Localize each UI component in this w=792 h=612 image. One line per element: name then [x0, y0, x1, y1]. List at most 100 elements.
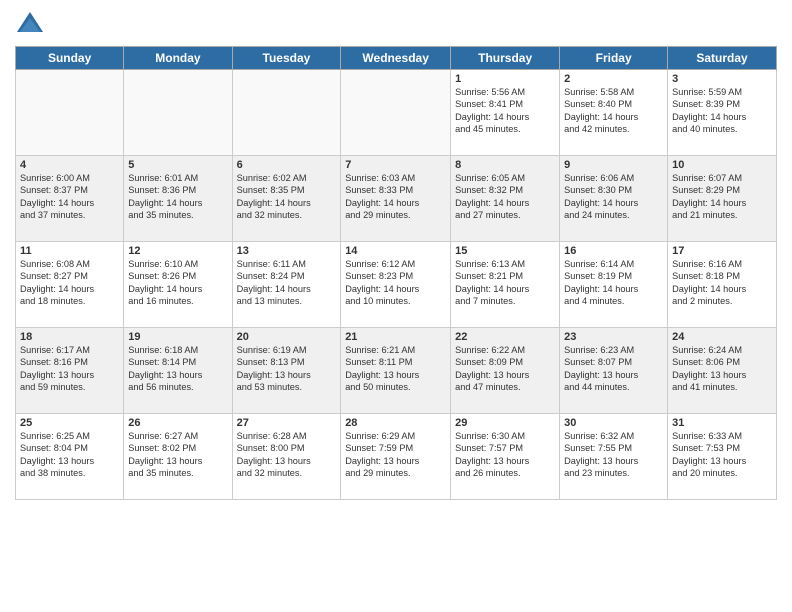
day-number: 26 — [128, 417, 227, 429]
day-number: 4 — [20, 159, 119, 171]
day-number: 23 — [564, 331, 663, 343]
day-number: 14 — [345, 245, 446, 257]
logo-icon — [15, 10, 45, 40]
day-info: Sunrise: 6:28 AMSunset: 8:00 PMDaylight:… — [237, 430, 337, 480]
calendar-cell: 18Sunrise: 6:17 AMSunset: 8:16 PMDayligh… — [16, 328, 124, 414]
day-number: 10 — [672, 159, 772, 171]
calendar-cell: 19Sunrise: 6:18 AMSunset: 8:14 PMDayligh… — [124, 328, 232, 414]
calendar-cell: 23Sunrise: 6:23 AMSunset: 8:07 PMDayligh… — [560, 328, 668, 414]
day-info: Sunrise: 6:08 AMSunset: 8:27 PMDaylight:… — [20, 258, 119, 308]
day-number: 13 — [237, 245, 337, 257]
calendar-cell: 22Sunrise: 6:22 AMSunset: 8:09 PMDayligh… — [451, 328, 560, 414]
day-header-monday: Monday — [124, 47, 232, 70]
day-number: 25 — [20, 417, 119, 429]
day-header-friday: Friday — [560, 47, 668, 70]
day-number: 30 — [564, 417, 663, 429]
day-info: Sunrise: 6:17 AMSunset: 8:16 PMDaylight:… — [20, 344, 119, 394]
calendar-cell: 1Sunrise: 5:56 AMSunset: 8:41 PMDaylight… — [451, 70, 560, 156]
day-info: Sunrise: 6:24 AMSunset: 8:06 PMDaylight:… — [672, 344, 772, 394]
day-info: Sunrise: 6:16 AMSunset: 8:18 PMDaylight:… — [672, 258, 772, 308]
day-number: 12 — [128, 245, 227, 257]
day-info: Sunrise: 6:13 AMSunset: 8:21 PMDaylight:… — [455, 258, 555, 308]
calendar-cell — [124, 70, 232, 156]
day-info: Sunrise: 6:00 AMSunset: 8:37 PMDaylight:… — [20, 172, 119, 222]
calendar-cell — [341, 70, 451, 156]
day-info: Sunrise: 6:02 AMSunset: 8:35 PMDaylight:… — [237, 172, 337, 222]
day-header-wednesday: Wednesday — [341, 47, 451, 70]
day-info: Sunrise: 6:32 AMSunset: 7:55 PMDaylight:… — [564, 430, 663, 480]
day-info: Sunrise: 6:07 AMSunset: 8:29 PMDaylight:… — [672, 172, 772, 222]
calendar-cell: 4Sunrise: 6:00 AMSunset: 8:37 PMDaylight… — [16, 156, 124, 242]
day-info: Sunrise: 6:22 AMSunset: 8:09 PMDaylight:… — [455, 344, 555, 394]
day-number: 7 — [345, 159, 446, 171]
day-info: Sunrise: 6:01 AMSunset: 8:36 PMDaylight:… — [128, 172, 227, 222]
day-info: Sunrise: 5:56 AMSunset: 8:41 PMDaylight:… — [455, 86, 555, 136]
day-info: Sunrise: 6:10 AMSunset: 8:26 PMDaylight:… — [128, 258, 227, 308]
calendar-cell: 9Sunrise: 6:06 AMSunset: 8:30 PMDaylight… — [560, 156, 668, 242]
day-info: Sunrise: 5:59 AMSunset: 8:39 PMDaylight:… — [672, 86, 772, 136]
calendar-cell: 21Sunrise: 6:21 AMSunset: 8:11 PMDayligh… — [341, 328, 451, 414]
day-number: 15 — [455, 245, 555, 257]
day-info: Sunrise: 6:21 AMSunset: 8:11 PMDaylight:… — [345, 344, 446, 394]
calendar-cell: 5Sunrise: 6:01 AMSunset: 8:36 PMDaylight… — [124, 156, 232, 242]
calendar-body: 1Sunrise: 5:56 AMSunset: 8:41 PMDaylight… — [16, 70, 777, 500]
day-number: 1 — [455, 73, 555, 85]
day-info: Sunrise: 6:30 AMSunset: 7:57 PMDaylight:… — [455, 430, 555, 480]
calendar-cell: 8Sunrise: 6:05 AMSunset: 8:32 PMDaylight… — [451, 156, 560, 242]
calendar-cell: 3Sunrise: 5:59 AMSunset: 8:39 PMDaylight… — [668, 70, 777, 156]
day-number: 24 — [672, 331, 772, 343]
calendar-cell: 14Sunrise: 6:12 AMSunset: 8:23 PMDayligh… — [341, 242, 451, 328]
day-info: Sunrise: 6:18 AMSunset: 8:14 PMDaylight:… — [128, 344, 227, 394]
header-row: SundayMondayTuesdayWednesdayThursdayFrid… — [16, 47, 777, 70]
week-row-4: 18Sunrise: 6:17 AMSunset: 8:16 PMDayligh… — [16, 328, 777, 414]
day-header-tuesday: Tuesday — [232, 47, 341, 70]
calendar-cell: 6Sunrise: 6:02 AMSunset: 8:35 PMDaylight… — [232, 156, 341, 242]
day-number: 19 — [128, 331, 227, 343]
day-number: 21 — [345, 331, 446, 343]
calendar-cell: 31Sunrise: 6:33 AMSunset: 7:53 PMDayligh… — [668, 414, 777, 500]
week-row-1: 1Sunrise: 5:56 AMSunset: 8:41 PMDaylight… — [16, 70, 777, 156]
day-number: 27 — [237, 417, 337, 429]
calendar-cell: 7Sunrise: 6:03 AMSunset: 8:33 PMDaylight… — [341, 156, 451, 242]
day-number: 8 — [455, 159, 555, 171]
calendar-header: SundayMondayTuesdayWednesdayThursdayFrid… — [16, 47, 777, 70]
day-number: 17 — [672, 245, 772, 257]
day-number: 3 — [672, 73, 772, 85]
logo — [15, 10, 49, 40]
day-info: Sunrise: 6:06 AMSunset: 8:30 PMDaylight:… — [564, 172, 663, 222]
calendar-cell: 26Sunrise: 6:27 AMSunset: 8:02 PMDayligh… — [124, 414, 232, 500]
calendar-cell: 25Sunrise: 6:25 AMSunset: 8:04 PMDayligh… — [16, 414, 124, 500]
week-row-2: 4Sunrise: 6:00 AMSunset: 8:37 PMDaylight… — [16, 156, 777, 242]
day-info: Sunrise: 6:11 AMSunset: 8:24 PMDaylight:… — [237, 258, 337, 308]
day-header-saturday: Saturday — [668, 47, 777, 70]
day-info: Sunrise: 6:03 AMSunset: 8:33 PMDaylight:… — [345, 172, 446, 222]
calendar-cell — [232, 70, 341, 156]
page: SundayMondayTuesdayWednesdayThursdayFrid… — [0, 0, 792, 612]
calendar-cell: 11Sunrise: 6:08 AMSunset: 8:27 PMDayligh… — [16, 242, 124, 328]
day-info: Sunrise: 6:29 AMSunset: 7:59 PMDaylight:… — [345, 430, 446, 480]
header — [15, 10, 777, 40]
day-number: 16 — [564, 245, 663, 257]
day-info: Sunrise: 5:58 AMSunset: 8:40 PMDaylight:… — [564, 86, 663, 136]
calendar-cell: 16Sunrise: 6:14 AMSunset: 8:19 PMDayligh… — [560, 242, 668, 328]
day-header-sunday: Sunday — [16, 47, 124, 70]
calendar-cell: 2Sunrise: 5:58 AMSunset: 8:40 PMDaylight… — [560, 70, 668, 156]
calendar-cell: 20Sunrise: 6:19 AMSunset: 8:13 PMDayligh… — [232, 328, 341, 414]
day-number: 29 — [455, 417, 555, 429]
week-row-5: 25Sunrise: 6:25 AMSunset: 8:04 PMDayligh… — [16, 414, 777, 500]
day-number: 9 — [564, 159, 663, 171]
calendar-cell: 17Sunrise: 6:16 AMSunset: 8:18 PMDayligh… — [668, 242, 777, 328]
calendar-cell: 24Sunrise: 6:24 AMSunset: 8:06 PMDayligh… — [668, 328, 777, 414]
day-number: 11 — [20, 245, 119, 257]
day-info: Sunrise: 6:23 AMSunset: 8:07 PMDaylight:… — [564, 344, 663, 394]
day-info: Sunrise: 6:33 AMSunset: 7:53 PMDaylight:… — [672, 430, 772, 480]
day-header-thursday: Thursday — [451, 47, 560, 70]
day-info: Sunrise: 6:05 AMSunset: 8:32 PMDaylight:… — [455, 172, 555, 222]
day-number: 18 — [20, 331, 119, 343]
calendar-cell: 29Sunrise: 6:30 AMSunset: 7:57 PMDayligh… — [451, 414, 560, 500]
day-number: 22 — [455, 331, 555, 343]
calendar-cell: 15Sunrise: 6:13 AMSunset: 8:21 PMDayligh… — [451, 242, 560, 328]
day-info: Sunrise: 6:27 AMSunset: 8:02 PMDaylight:… — [128, 430, 227, 480]
day-info: Sunrise: 6:25 AMSunset: 8:04 PMDaylight:… — [20, 430, 119, 480]
calendar: SundayMondayTuesdayWednesdayThursdayFrid… — [15, 46, 777, 500]
